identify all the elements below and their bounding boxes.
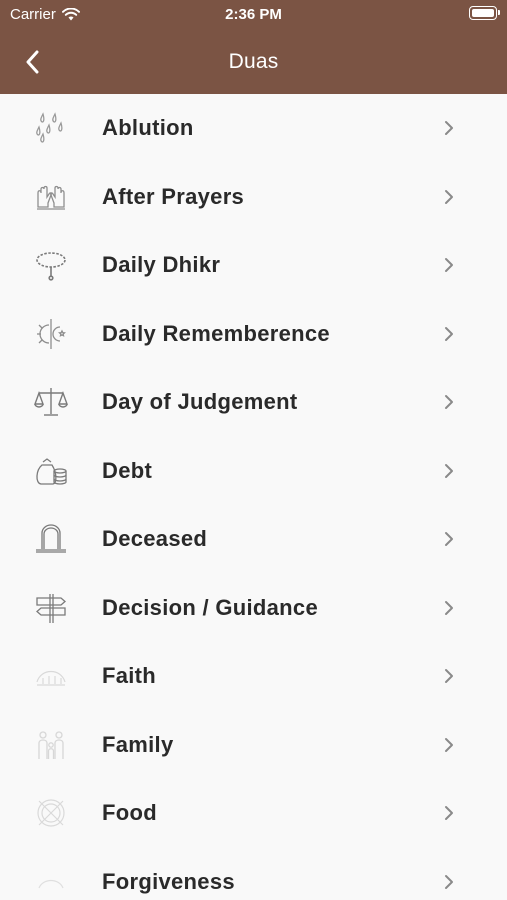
battery-icon [469,6,500,20]
list-item-faith[interactable]: Faith [0,642,507,711]
gravestone-icon [29,517,73,561]
money-bag-icon [29,449,73,493]
water-drops-icon [29,106,73,150]
status-bar: Carrier 2:36 PM [0,0,507,28]
list-item-label: Family [102,731,174,757]
list-item-ablution[interactable]: Ablution [0,94,507,163]
list-item-after-prayers[interactable]: After Prayers [0,163,507,232]
list-item-label: After Prayers [102,183,245,209]
food-plate-icon [29,791,73,835]
list-item-label: Deceased [102,526,208,552]
list-item-label: Faith [102,663,157,689]
list-item-label: Day of Judgement [102,389,298,415]
list-item-forgiveness[interactable]: Forgiveness [0,848,507,900]
chevron-right-icon [445,532,453,547]
page-title: Duas [228,50,279,73]
list-item-label: Ablution [102,115,194,141]
list-item-label: Daily Rememberence [102,320,330,346]
prayer-beads-icon [29,243,73,287]
chevron-right-icon [445,874,453,889]
navigation-bar: Carrier 2:36 PM Duas [0,0,507,94]
praying-hands-icon [29,175,73,219]
list-item-debt[interactable]: Debt [0,437,507,506]
list-item-decision-guidance[interactable]: Decision / Guidance [0,574,507,643]
chevron-right-icon [445,600,453,615]
list-item-label: Forgiveness [102,868,235,894]
chevron-right-icon [445,806,453,821]
duas-screen: Carrier 2:36 PM Duas Ablution After Pray… [0,0,507,900]
chevron-right-icon [445,669,453,684]
list-item-day-of-judgement[interactable]: Day of Judgement [0,368,507,437]
chevron-right-icon [445,326,453,341]
chevron-right-icon [445,189,453,204]
chevron-right-icon [445,121,453,136]
scales-icon [29,380,73,424]
family-icon [29,723,73,767]
list-item-label: Daily Dhikr [102,252,221,278]
list-item-label: Debt [102,457,153,483]
faith-icon [29,654,73,698]
list-item-daily-dhikr[interactable]: Daily Dhikr [0,231,507,300]
sun-moon-icon [29,312,73,356]
list-item-daily-rememberence[interactable]: Daily Rememberence [0,300,507,369]
list-item-deceased[interactable]: Deceased [0,505,507,574]
clock: 2:36 PM [225,6,282,23]
list-item-label: Food [102,800,157,826]
signpost-icon [29,586,73,630]
chevron-right-icon [445,737,453,752]
chevron-right-icon [445,395,453,410]
chevron-right-icon [445,258,453,273]
list-item-family[interactable]: Family [0,711,507,780]
list-item-label: Decision / Guidance [102,594,318,620]
chevron-right-icon [445,463,453,478]
forgiveness-icon [29,860,73,900]
list-item-food[interactable]: Food [0,779,507,848]
duas-list: Ablution After Prayers Daily Dhikr Daily… [0,94,507,900]
